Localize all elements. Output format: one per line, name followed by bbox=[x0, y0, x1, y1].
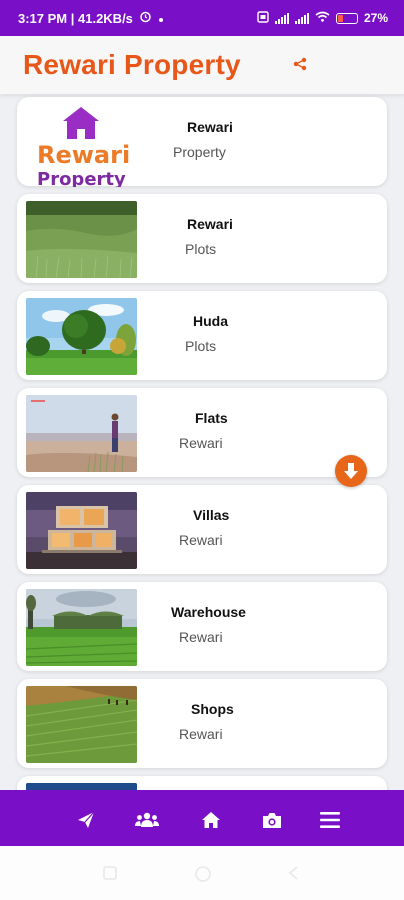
arrow-down-icon bbox=[344, 463, 358, 479]
battery-percent: 27% bbox=[363, 11, 388, 25]
listing-image bbox=[26, 298, 137, 375]
battery-icon bbox=[335, 12, 358, 24]
sim-icon bbox=[257, 10, 269, 26]
brand-logo: Rewari Property bbox=[25, 101, 140, 187]
status-time: 3:17 PM | 41.2KB/s bbox=[18, 10, 133, 26]
listing-list[interactable]: Rewari Property Rewari Property Rewari P… bbox=[0, 94, 404, 790]
circle-home-icon bbox=[195, 866, 211, 882]
nav-send[interactable] bbox=[74, 810, 98, 830]
share-icon bbox=[293, 57, 307, 71]
nav-users[interactable] bbox=[135, 810, 159, 830]
list-item[interactable]: Warehouse Rewari bbox=[17, 582, 387, 671]
listing-title: Villas bbox=[193, 507, 230, 523]
nav-camera[interactable] bbox=[260, 810, 284, 830]
listing-image bbox=[26, 395, 137, 472]
system-home-button[interactable] bbox=[193, 864, 213, 882]
back-button[interactable] bbox=[285, 864, 305, 882]
download-button[interactable] bbox=[335, 455, 367, 487]
list-item[interactable]: Shops Rewari bbox=[17, 679, 387, 768]
listing-title: Warehouse bbox=[171, 604, 246, 620]
wifi-icon bbox=[315, 11, 330, 25]
status-bar: 3:17 PM | 41.2KB/s 27% bbox=[0, 0, 404, 36]
page-title: Rewari Property bbox=[23, 49, 241, 80]
listing-image bbox=[26, 783, 137, 790]
app-header: Rewari Property bbox=[0, 36, 404, 94]
menu-icon bbox=[320, 812, 340, 828]
listing-title: Rewari bbox=[187, 216, 233, 232]
listing-image bbox=[26, 492, 137, 569]
alarm-icon bbox=[139, 10, 152, 26]
listing-title: Shops bbox=[191, 701, 234, 717]
listing-subtitle: Plots bbox=[185, 338, 217, 354]
signal-icon-1 bbox=[274, 12, 289, 24]
back-icon bbox=[288, 866, 298, 880]
camera-icon bbox=[263, 812, 281, 828]
bottom-navigation bbox=[0, 790, 404, 846]
signal-icon-2 bbox=[294, 12, 309, 24]
list-item[interactable]: Rewari Property Rewari Property bbox=[17, 97, 387, 187]
list-item[interactable]: Villas Rewari bbox=[17, 485, 387, 574]
listing-subtitle: Plots bbox=[185, 241, 217, 257]
listing-subtitle: Rewari bbox=[179, 435, 223, 451]
listing-title: Flats bbox=[195, 410, 228, 426]
users-icon bbox=[135, 812, 159, 827]
listing-image bbox=[26, 686, 137, 763]
recents-button[interactable] bbox=[101, 864, 121, 882]
listing-title: Huda bbox=[193, 313, 228, 329]
nav-menu[interactable] bbox=[318, 810, 342, 830]
listing-subtitle: Rewari bbox=[179, 726, 223, 742]
listing-title: Rewari bbox=[187, 119, 233, 135]
nav-home[interactable] bbox=[199, 810, 223, 830]
listing-image bbox=[26, 201, 137, 278]
listing-image bbox=[26, 589, 137, 666]
house-logo-icon bbox=[63, 107, 99, 139]
recents-icon bbox=[103, 866, 117, 880]
send-icon bbox=[78, 811, 95, 828]
list-item[interactable]: Huda Plots bbox=[17, 291, 387, 380]
share-button[interactable] bbox=[288, 52, 312, 76]
listing-subtitle: Rewari bbox=[179, 532, 223, 548]
system-navigation-bar bbox=[0, 846, 404, 900]
listing-subtitle: Rewari bbox=[179, 629, 223, 645]
list-item[interactable] bbox=[17, 776, 387, 790]
list-item[interactable]: Rewari Plots bbox=[17, 194, 387, 283]
listing-subtitle: Property bbox=[173, 144, 226, 160]
home-icon bbox=[202, 812, 220, 828]
notification-dot-icon bbox=[158, 11, 164, 26]
list-item[interactable]: Flats Rewari bbox=[17, 388, 387, 477]
